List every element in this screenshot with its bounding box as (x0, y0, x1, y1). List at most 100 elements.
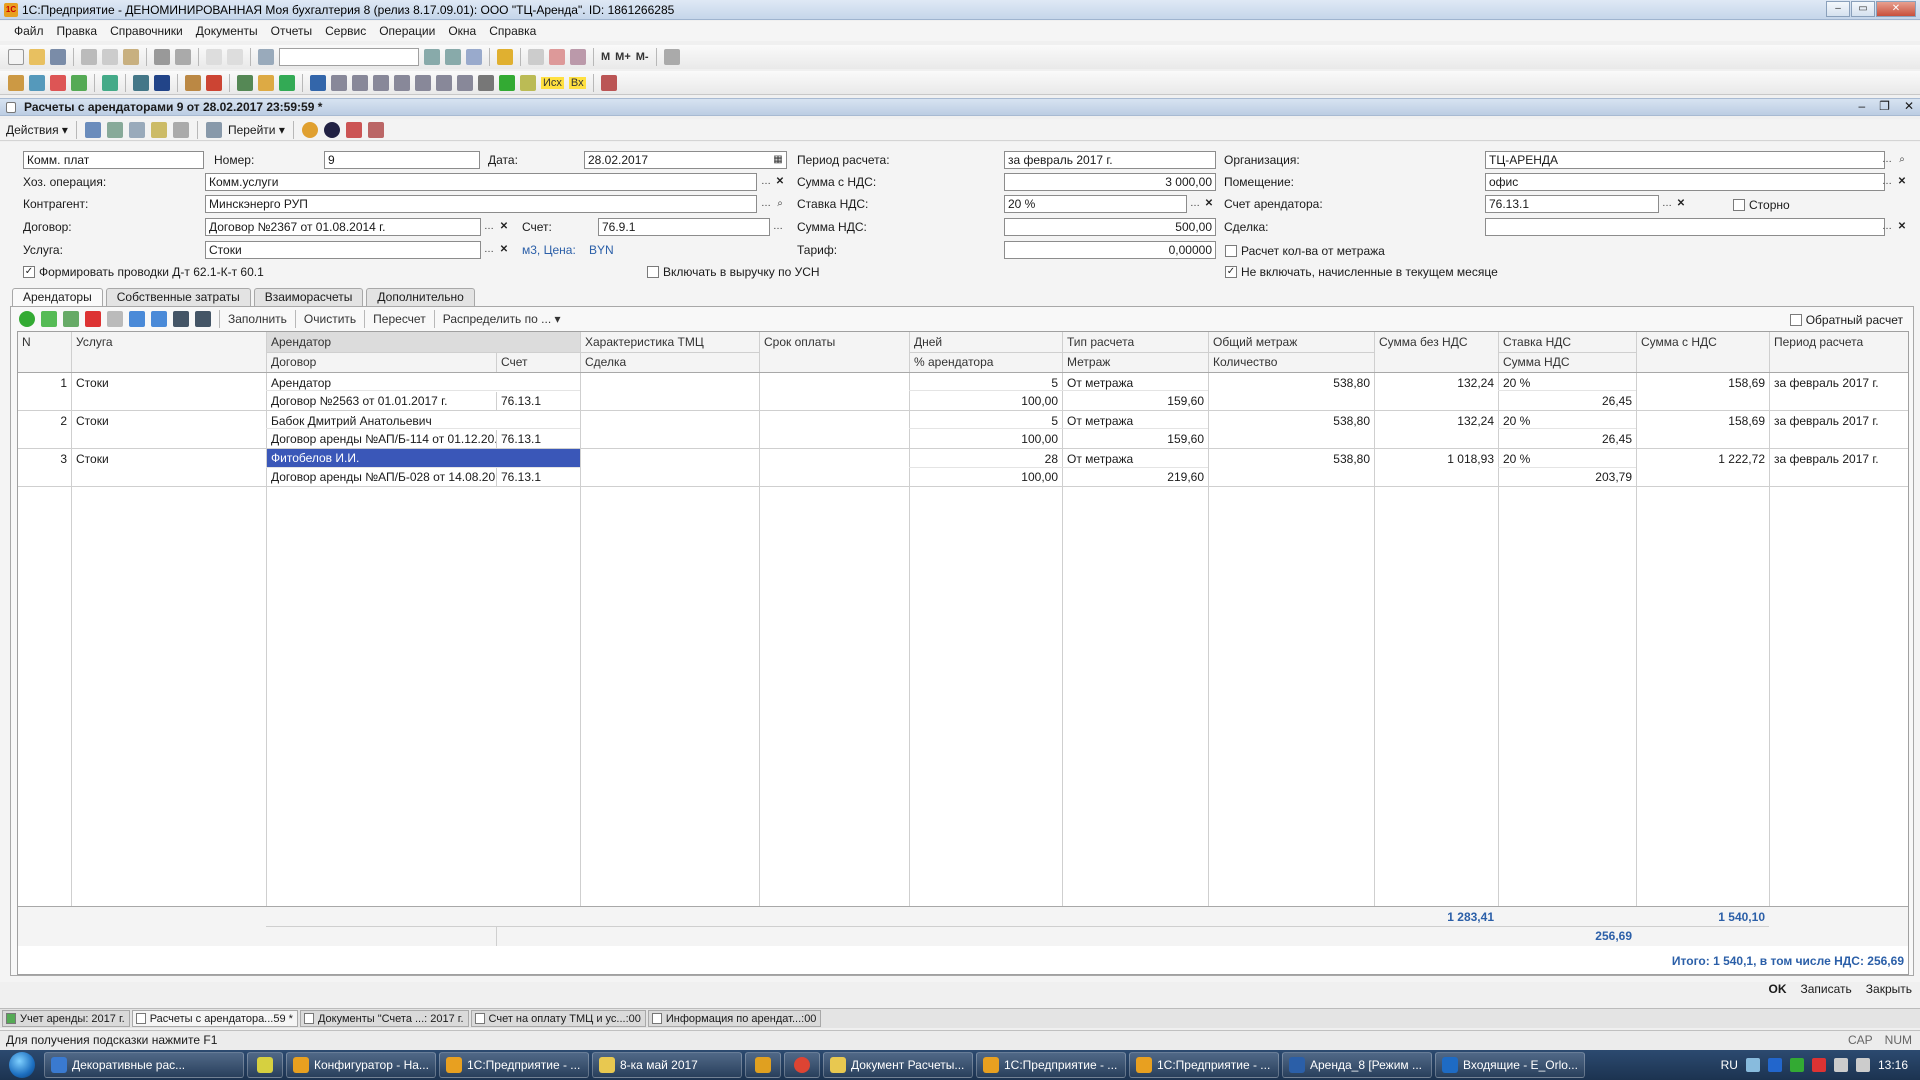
save-button[interactable]: Записать (1801, 982, 1852, 996)
users-icon[interactable] (570, 49, 586, 65)
find-next-icon[interactable] (424, 49, 440, 65)
house-icon[interactable] (279, 74, 295, 91)
col-service[interactable]: Услуга (72, 333, 117, 351)
tab-additional[interactable]: Дополнительно (366, 288, 475, 306)
books-icon[interactable] (206, 74, 222, 91)
menu-windows[interactable]: Окна (448, 24, 476, 38)
delete-row-icon[interactable] (85, 311, 101, 327)
taskbar-item[interactable] (745, 1052, 781, 1078)
table-icon[interactable] (133, 74, 149, 91)
report-icon[interactable] (367, 121, 384, 138)
room-input[interactable]: офис (1485, 173, 1885, 191)
deal-input[interactable] (1485, 218, 1885, 236)
fill-icon[interactable] (150, 121, 167, 138)
tenant-account-select-button[interactable]: … (1660, 196, 1674, 212)
cut-icon[interactable] (81, 49, 97, 65)
close-button[interactable]: Закрыть (1866, 982, 1912, 996)
invoice-icon[interactable] (415, 74, 431, 91)
window-tab[interactable]: Счет на оплату ТМЦ и ус...:00 (470, 1010, 646, 1027)
doc-close-button[interactable]: ✕ (1904, 99, 1914, 113)
incoming-button[interactable]: Вх (568, 76, 586, 89)
deal-clear-icon[interactable]: ✕ (1895, 219, 1909, 235)
sort-asc-icon[interactable] (173, 311, 189, 327)
write-icon[interactable] (84, 121, 101, 138)
col-area[interactable]: Метраж (1063, 353, 1114, 371)
clear-button[interactable]: Очистить (304, 312, 356, 326)
account-input[interactable]: 76.9.1 (598, 218, 770, 236)
service-select-button[interactable]: … (482, 242, 496, 258)
menu-directories[interactable]: Справочники (110, 24, 183, 38)
act-icon[interactable] (352, 74, 368, 91)
usp-icon[interactable] (331, 74, 347, 91)
save-icon[interactable] (50, 49, 66, 65)
sort-desc-icon[interactable] (195, 311, 211, 327)
row-tenant[interactable]: Фитобелов И.И. (267, 449, 363, 467)
service-clear-icon[interactable]: ✕ (497, 242, 511, 258)
deal-select-button[interactable]: … (1880, 219, 1894, 235)
taskbar-item[interactable]: 1С:Предприятие - ... (1129, 1052, 1279, 1078)
memory-plus-button[interactable]: М+ (615, 51, 631, 63)
tariff-input[interactable]: 0,00000 (1004, 241, 1216, 259)
move-down-icon[interactable] (151, 311, 167, 327)
col-sum-no-vat[interactable]: Сумма без НДС (1375, 333, 1471, 351)
network-icon[interactable] (1833, 1058, 1848, 1072)
menu-edit[interactable]: Правка (57, 24, 98, 38)
distribute-menu[interactable]: Распределить по ... ▾ (443, 312, 561, 326)
ok-button[interactable]: OK (1769, 982, 1787, 996)
menu-file[interactable]: Файл (14, 24, 44, 38)
print-preview-icon[interactable] (175, 49, 191, 65)
contract-select-button[interactable]: … (482, 219, 496, 235)
col-sum-vat[interactable]: Сумма с НДС (1637, 333, 1721, 351)
tray-icon[interactable] (1811, 1058, 1826, 1072)
print-icon[interactable] (154, 49, 170, 65)
search-input[interactable] (279, 48, 419, 66)
add-row-icon[interactable] (19, 311, 35, 327)
print-doc-icon[interactable] (205, 121, 222, 138)
undo-icon[interactable] (206, 49, 222, 65)
taskbar-item[interactable]: 1С:Предприятие - ... (976, 1052, 1126, 1078)
info-icon[interactable] (497, 49, 513, 65)
col-contract[interactable]: Договор (267, 353, 320, 371)
storno-checkbox[interactable]: Сторно (1733, 198, 1790, 212)
structure-doc-icon[interactable] (172, 121, 189, 138)
vat-rate-select-button[interactable]: … (1188, 196, 1202, 212)
number-input[interactable]: 9 (324, 151, 480, 169)
paste-icon[interactable] (123, 49, 139, 65)
col-quantity[interactable]: Количество (1209, 353, 1281, 371)
period-input[interactable]: за февраль 2017 г. (1004, 151, 1216, 169)
reverse-calc-checkbox[interactable]: Обратный расчет (1789, 313, 1903, 327)
tab-tenants[interactable]: Арендаторы (12, 288, 103, 306)
end-edit-icon[interactable] (107, 311, 123, 327)
binoculars-icon[interactable] (154, 74, 170, 91)
find-prev-icon[interactable] (445, 49, 461, 65)
taskbar-item[interactable]: Аренда_8 [Режим ... (1282, 1052, 1432, 1078)
tools-icon[interactable] (663, 49, 680, 65)
org-select-button[interactable]: … (1880, 152, 1894, 168)
settings-icon[interactable] (600, 74, 617, 91)
dt-kt-icon[interactable] (345, 121, 362, 138)
tray-icon[interactable] (1789, 1058, 1804, 1072)
zp-icon[interactable] (457, 74, 473, 91)
clock[interactable]: 13:16 (1878, 1058, 1908, 1072)
calculator-icon[interactable] (528, 49, 544, 65)
redo-icon[interactable] (227, 49, 243, 65)
org-input[interactable]: ТЦ-АРЕНДА (1485, 151, 1885, 169)
col-tmc[interactable]: Характеристика ТМЦ (581, 333, 708, 351)
sum-vat-input[interactable]: 3 000,00 (1004, 173, 1216, 191)
account-select-button[interactable]: … (771, 219, 785, 235)
journal-icon[interactable] (8, 74, 24, 91)
memory-button[interactable]: М (601, 51, 610, 63)
contract-clear-icon[interactable]: ✕ (497, 219, 511, 235)
menu-reports[interactable]: Отчеты (271, 24, 312, 38)
col-days[interactable]: Дней (910, 333, 946, 351)
windows-icon[interactable] (466, 49, 482, 65)
volume-icon[interactable] (1855, 1058, 1870, 1072)
close-window-button[interactable]: ✕ (1876, 1, 1916, 17)
tab-own-costs[interactable]: Собственные затраты (105, 288, 251, 306)
vat-rate-clear-icon[interactable]: ✕ (1202, 196, 1216, 212)
menu-service[interactable]: Сервис (325, 24, 366, 38)
include-usn-checkbox[interactable]: Включать в выручку по УСН (647, 265, 820, 279)
taskbar-item[interactable]: Конфигуратор - На... (286, 1052, 436, 1078)
nakl-icon[interactable] (394, 74, 410, 91)
tray-icon[interactable] (1745, 1058, 1760, 1072)
